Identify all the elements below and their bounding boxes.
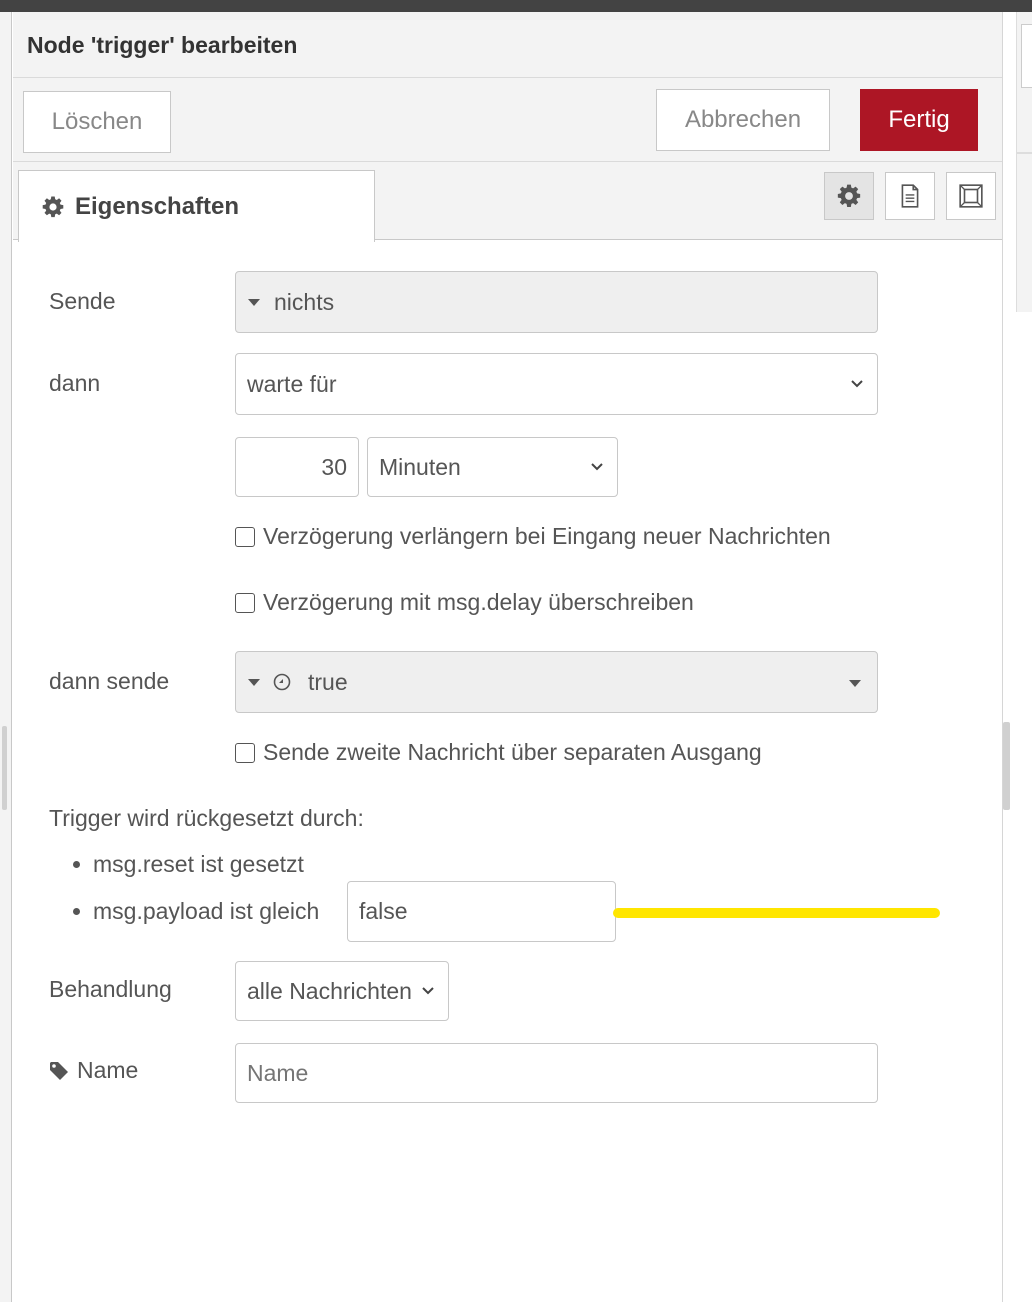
name-label: Name	[77, 1057, 139, 1083]
handling-value: alle Nachrichten	[247, 977, 412, 1004]
tag-icon	[50, 1061, 68, 1080]
node-appearance-button[interactable]	[946, 172, 996, 220]
document-icon	[901, 184, 919, 208]
delete-button[interactable]: Löschen	[23, 91, 171, 153]
editor-top-bar	[0, 0, 1032, 12]
sidebar-fragment	[1016, 12, 1032, 312]
extend-delay-label: Verzögerung verlängern bei Eingang neuer…	[263, 523, 831, 549]
handling-select[interactable]: alle Nachrichten	[235, 961, 449, 1021]
dialog-header: Node 'trigger' bearbeiten	[13, 12, 1002, 78]
then-value: warte für	[247, 370, 337, 397]
cancel-button[interactable]: Abbrechen	[656, 89, 830, 151]
name-label-row: Name	[49, 1057, 138, 1084]
second-output-option[interactable]: Sende zweite Nachricht über separaten Au…	[235, 739, 762, 766]
extend-delay-checkbox[interactable]	[235, 526, 255, 547]
handling-label: Behandlung	[49, 976, 172, 1002]
reset-payload-input[interactable]: false	[347, 881, 616, 942]
tab-properties[interactable]: Eigenschaften	[18, 170, 375, 242]
node-settings-button[interactable]	[824, 172, 874, 220]
then-send-value: true	[308, 668, 348, 695]
send-label: Sende	[49, 288, 116, 314]
reset-heading: Trigger wird rückgesetzt durch:	[49, 805, 364, 831]
left-resize-handle[interactable]	[2, 726, 7, 810]
send-value: nichts	[274, 288, 335, 315]
delay-unit-select[interactable]: Minuten	[367, 437, 618, 497]
chevron-down-icon	[422, 987, 434, 995]
override-delay-label: Verzögerung mit msg.delay überschreiben	[263, 589, 694, 615]
gear-icon	[42, 196, 64, 217]
name-input[interactable]	[235, 1043, 878, 1103]
then-label: dann	[49, 370, 101, 396]
then-send-typed-input[interactable]: true	[235, 651, 878, 713]
send-type-select[interactable]: nichts	[235, 271, 878, 333]
reset-item-msg-reset: msg.reset ist gesetzt	[93, 851, 304, 877]
caret-down-icon[interactable]	[849, 680, 861, 687]
extend-delay-option[interactable]: Verzögerung verlängern bei Eingang neuer…	[235, 523, 831, 550]
reset-item-payload: msg.payload ist gleich	[93, 898, 320, 924]
delay-amount-value: 30	[321, 453, 347, 480]
boolean-toggle-icon	[273, 673, 291, 691]
sidebar-tab-fragment[interactable]	[1021, 24, 1032, 88]
second-output-checkbox[interactable]	[235, 742, 255, 763]
chevron-down-icon	[851, 380, 863, 388]
delay-unit-value: Minuten	[379, 453, 461, 480]
sidebar-resize-handle[interactable]	[1003, 722, 1010, 810]
then-select[interactable]: warte für	[235, 353, 878, 415]
node-description-button[interactable]	[885, 172, 935, 220]
override-delay-checkbox[interactable]	[235, 592, 255, 613]
override-delay-option[interactable]: Verzögerung mit msg.delay überschreiben	[235, 589, 694, 616]
highlight-marker	[613, 908, 940, 918]
bullet	[73, 908, 80, 915]
divider	[1017, 152, 1032, 154]
chevron-down-icon	[591, 463, 603, 471]
second-output-label: Sende zweite Nachricht über separaten Au…	[263, 739, 762, 765]
reset-payload-value: false	[359, 898, 408, 924]
caret-down-icon	[248, 678, 260, 686]
dialog-toolbar: Löschen Abbrechen Fertig	[13, 78, 1002, 162]
then-send-label: dann sende	[49, 668, 170, 694]
bullet	[73, 861, 80, 868]
delay-amount-input[interactable]: 30	[235, 437, 359, 497]
done-button[interactable]: Fertig	[860, 89, 978, 151]
caret-down-icon	[248, 298, 260, 306]
dialog-title: Node 'trigger' bearbeiten	[27, 32, 298, 58]
layout-frame-icon	[959, 184, 983, 208]
gear-icon	[837, 184, 861, 207]
tab-label: Eigenschaften	[75, 192, 240, 220]
workspace-left-edge	[0, 12, 12, 1302]
edit-dialog: Node 'trigger' bearbeiten Löschen Abbrec…	[13, 12, 1002, 1302]
tab-bar: Eigenschaften	[13, 162, 1002, 242]
